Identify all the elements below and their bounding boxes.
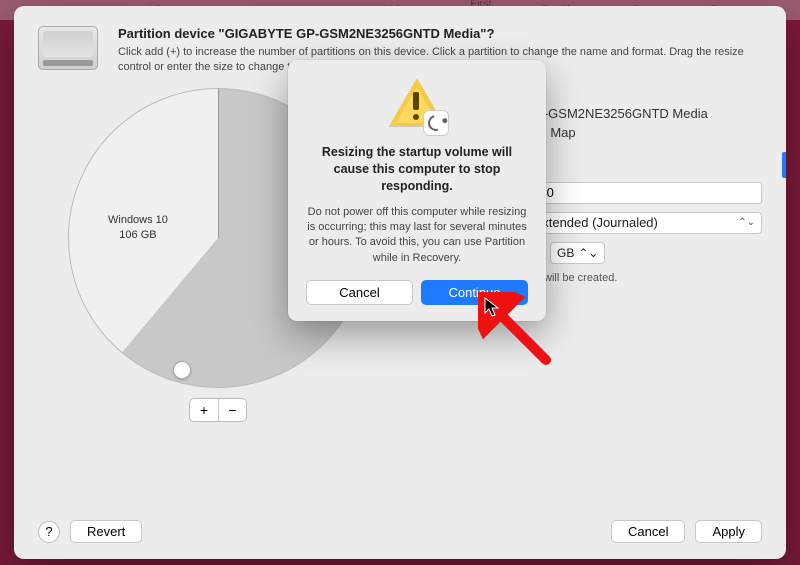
alert-title: Resizing the startup volume will cause t… bbox=[306, 144, 528, 195]
disk-utility-badge-icon bbox=[423, 110, 449, 136]
pie-resize-handle[interactable] bbox=[173, 361, 191, 379]
warning-icon bbox=[387, 78, 447, 134]
size-unit-select[interactable]: GB ⌃⌄ bbox=[550, 242, 605, 264]
chevron-updown-icon: ⌃⌄ bbox=[578, 246, 598, 260]
revert-button[interactable]: Revert bbox=[70, 520, 142, 543]
alert-cancel-button[interactable]: Cancel bbox=[306, 280, 413, 305]
size-unit-value: GB bbox=[557, 246, 574, 260]
chevron-updown-icon: ⌃⌄ bbox=[738, 217, 755, 228]
help-button[interactable]: ? bbox=[38, 521, 60, 543]
add-remove-segmented: + − bbox=[189, 398, 247, 422]
disk-icon bbox=[38, 26, 102, 74]
selection-indicator bbox=[782, 152, 786, 178]
pie-slice-label: Windows 10 106 GB bbox=[108, 213, 168, 243]
pie-slice-name: Windows 10 bbox=[108, 213, 168, 228]
confirm-resize-alert: Resizing the startup volume will cause t… bbox=[288, 60, 546, 321]
alert-message: Do not power off this computer while res… bbox=[306, 205, 528, 267]
add-partition-button[interactable]: + bbox=[190, 399, 218, 421]
sheet-title: Partition device "GIGABYTE GP-GSM2NE3256… bbox=[118, 26, 762, 41]
apply-button[interactable]: Apply bbox=[695, 520, 762, 543]
pie-slice-size: 106 GB bbox=[108, 228, 168, 243]
remove-partition-button[interactable]: − bbox=[218, 399, 246, 421]
sheet-footer: ? Revert Cancel Apply bbox=[38, 506, 762, 543]
cancel-button[interactable]: Cancel bbox=[611, 520, 685, 543]
alert-continue-button[interactable]: Continue bbox=[421, 280, 528, 305]
